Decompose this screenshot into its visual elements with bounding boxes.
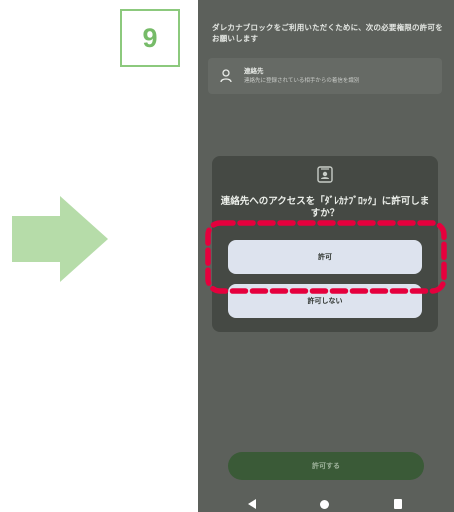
dialog-title: 連絡先へのアクセスを「ﾀﾞﾚｶﾅﾌﾞﾛｯｸ」に許可しますか？ xyxy=(220,196,430,219)
deny-button[interactable]: 許可しない xyxy=(228,284,422,318)
grant-permission-button[interactable]: 許可する xyxy=(228,452,424,480)
back-triangle-icon[interactable] xyxy=(248,499,256,509)
step-number: 9 xyxy=(142,22,158,53)
step-number-badge: 9 xyxy=(120,9,180,67)
permission-item-contacts: 連絡先 連絡先に登録されている相手からの着信を識別 xyxy=(208,58,442,94)
home-circle-icon[interactable] xyxy=(320,500,329,509)
contact-card-icon xyxy=(317,166,333,183)
phone-screen: ダレカナブロックをご利用いただくために、次の必要権限の許可をお願いします 連絡先… xyxy=(198,0,454,512)
system-nav-bar xyxy=(198,492,454,512)
permission-header-text: ダレカナブロックをご利用いただくために、次の必要権限の許可をお願いします xyxy=(212,23,443,43)
recent-apps-icon[interactable] xyxy=(394,499,402,509)
person-icon xyxy=(220,69,232,83)
permission-item-title: 連絡先 xyxy=(244,67,264,75)
permission-item-description: 連絡先に登録されている相手からの着信を識別 xyxy=(244,78,360,84)
permission-dialog: 連絡先へのアクセスを「ﾀﾞﾚｶﾅﾌﾞﾛｯｸ」に許可しますか？ 許可 許可しない xyxy=(212,156,438,332)
right-arrow-icon xyxy=(12,196,108,282)
tutorial-step: 9 ダレカナブロックをご利用いただくために、次の必要権限の許可をお願いします 連… xyxy=(0,0,454,512)
allow-button[interactable]: 許可 xyxy=(228,240,422,274)
